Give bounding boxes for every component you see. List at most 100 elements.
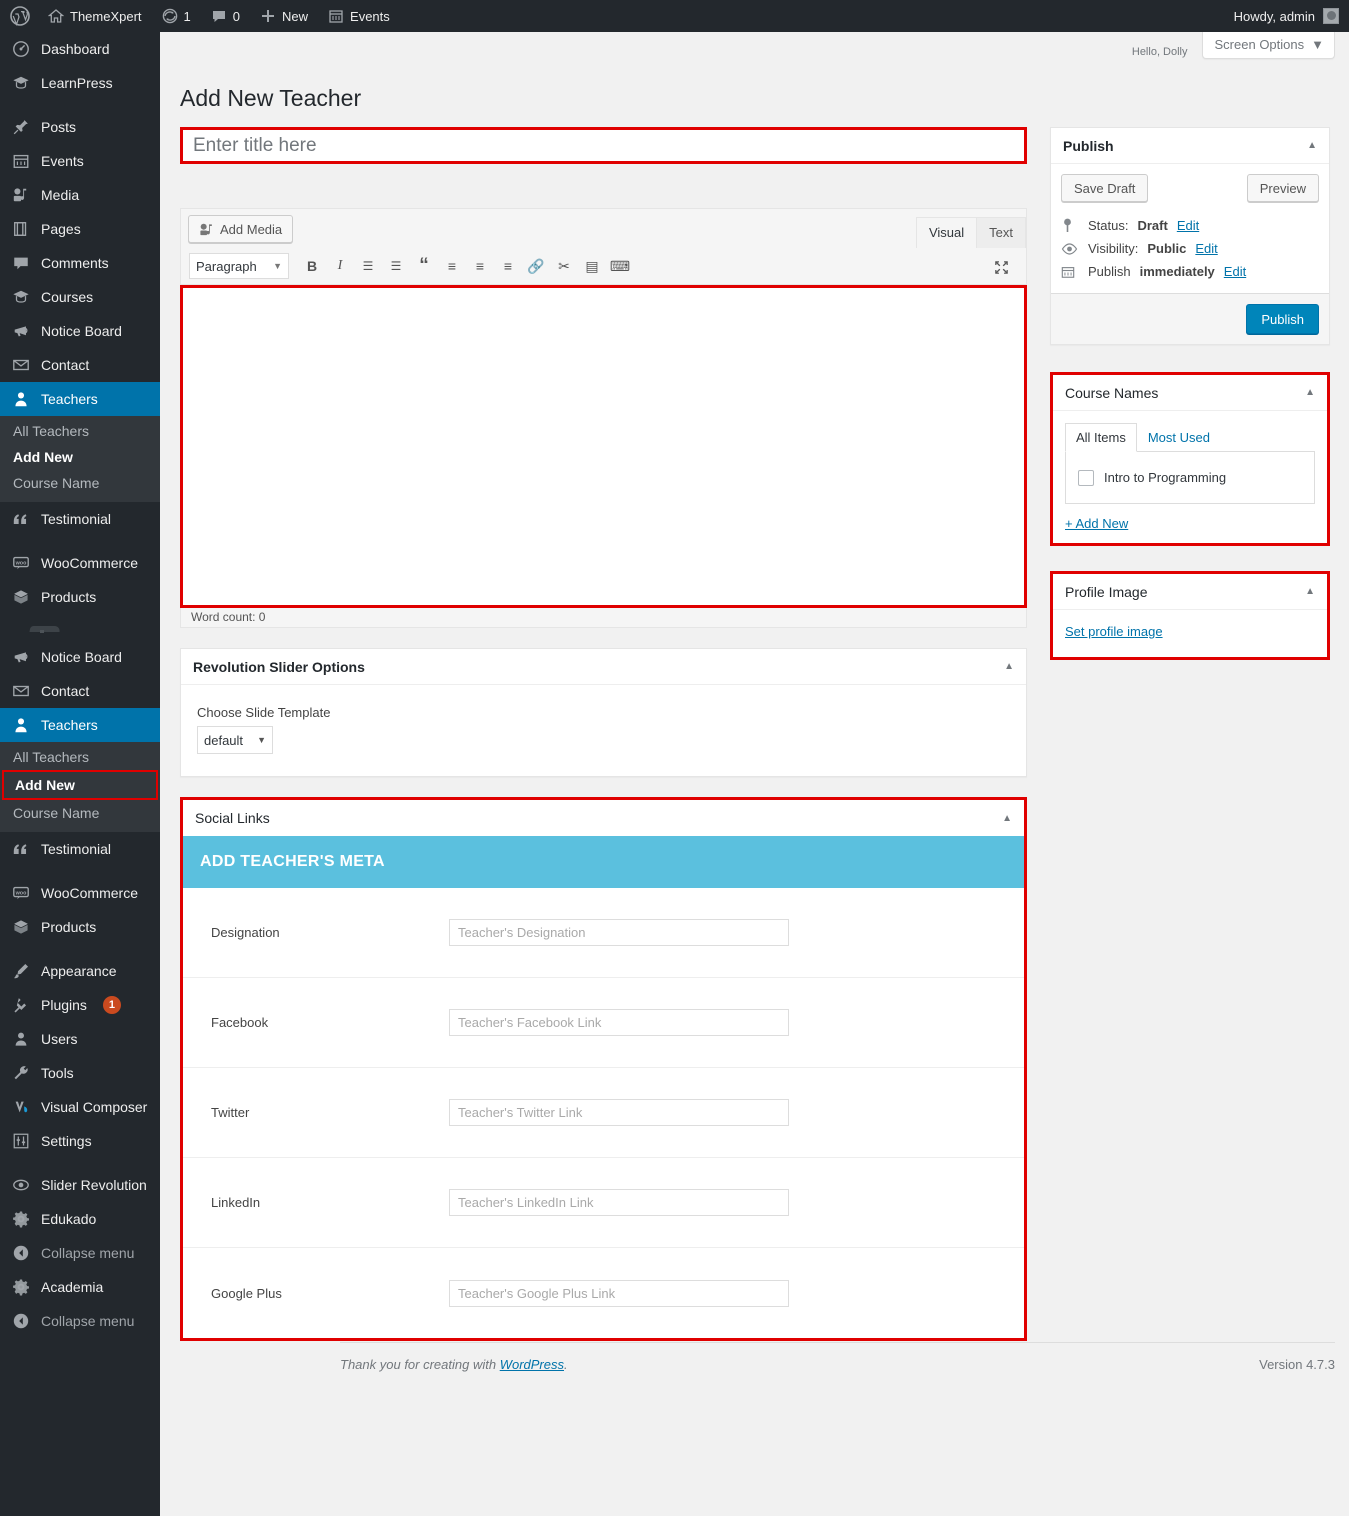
sidebar-item-visual-composer[interactable]: Visual Composer bbox=[0, 1090, 160, 1124]
bold-icon[interactable]: B bbox=[299, 253, 325, 279]
sidebar-item-teachers[interactable]: Teachers bbox=[0, 382, 160, 416]
set-profile-image-link[interactable]: Set profile image bbox=[1065, 624, 1163, 639]
status-edit-link[interactable]: Edit bbox=[1177, 218, 1199, 233]
collapse-toggle-icon[interactable]: ▲ bbox=[1307, 140, 1317, 151]
sidebar-item-all-teachers[interactable]: All Teachers bbox=[0, 744, 160, 770]
publish-date-edit-link[interactable]: Edit bbox=[1224, 264, 1246, 279]
link-icon[interactable]: 🔗 bbox=[523, 253, 549, 279]
sidebar-item-products[interactable]: Products bbox=[0, 580, 160, 614]
keyboard-icon[interactable]: ⌨ bbox=[607, 253, 633, 279]
italic-icon[interactable]: I bbox=[327, 253, 353, 279]
new-content-menu[interactable]: New bbox=[250, 0, 318, 32]
add-media-button[interactable]: Add Media bbox=[188, 215, 293, 243]
align-left-icon[interactable]: ≡ bbox=[439, 253, 465, 279]
publish-action-row: Save Draft Preview bbox=[1061, 174, 1319, 202]
meta-input-designation[interactable] bbox=[449, 919, 789, 946]
envelope-icon bbox=[11, 356, 31, 374]
sidebar-item-users[interactable]: Users bbox=[0, 1022, 160, 1056]
sidebar-item-dashboard[interactable]: Dashboard bbox=[0, 32, 160, 66]
updates-menu[interactable]: 1 bbox=[152, 0, 201, 32]
revolution-slider-header[interactable]: Revolution Slider Options ▲ bbox=[181, 649, 1026, 685]
sidebar-item-collapse-menu[interactable]: Collapse menu bbox=[0, 1304, 160, 1338]
my-account-menu[interactable]: Howdy, admin bbox=[1224, 0, 1349, 32]
meta-input-google-plus[interactable] bbox=[449, 1280, 789, 1307]
sidebar-item-slider-revolution[interactable]: Slider Revolution bbox=[0, 1168, 160, 1202]
course-checkbox-intro-to-programming[interactable] bbox=[1078, 470, 1094, 486]
meta-input-linkedin[interactable] bbox=[449, 1189, 789, 1216]
course-names-header[interactable]: Course Names ▲ bbox=[1053, 375, 1327, 411]
sidebar-item-teachers[interactable]: Teachers bbox=[0, 708, 160, 742]
sidebar-item-woocommerce[interactable]: wooWooCommerce bbox=[0, 546, 160, 580]
sidebar-item-learnpress[interactable]: LearnPress bbox=[0, 66, 160, 100]
sidebar-item-contact[interactable]: Contact bbox=[0, 674, 160, 708]
screen-options-button[interactable]: Screen Options ▼ bbox=[1202, 32, 1335, 59]
collapse-toggle-icon[interactable]: ▲ bbox=[1305, 586, 1315, 597]
sidebar-item-contact[interactable]: Contact bbox=[0, 348, 160, 382]
editor-content-area[interactable] bbox=[180, 285, 1027, 608]
sidebar-item-testimonial[interactable]: Testimonial bbox=[0, 832, 160, 866]
sidebar-item-pages[interactable]: Pages bbox=[0, 212, 160, 246]
collapse-toggle-icon[interactable]: ▲ bbox=[1002, 813, 1012, 824]
sidebar-item-testimonial[interactable]: Testimonial bbox=[0, 502, 160, 536]
publish-button[interactable]: Publish bbox=[1246, 304, 1319, 334]
meta-input-twitter[interactable] bbox=[449, 1099, 789, 1126]
sidebar-item-courses[interactable]: Courses bbox=[0, 280, 160, 314]
sidebar-item-tools[interactable]: Tools bbox=[0, 1056, 160, 1090]
sidebar-item-notice-board[interactable]: Notice Board bbox=[0, 314, 160, 348]
sidebar-item-media[interactable]: Media bbox=[0, 178, 160, 212]
wordpress-logo-button[interactable] bbox=[0, 0, 38, 32]
sidebar-item-academia[interactable]: Academia bbox=[0, 1270, 160, 1304]
sidebar-item-edukado[interactable]: Edukado bbox=[0, 1202, 160, 1236]
align-center-icon[interactable]: ≡ bbox=[467, 253, 493, 279]
sidebar-item-notice-board[interactable]: Notice Board bbox=[0, 640, 160, 674]
sidebar-item-add-new[interactable]: Add New bbox=[0, 444, 160, 470]
slide-template-select[interactable]: default ▼ bbox=[197, 726, 273, 754]
sidebar-item-all-teachers[interactable]: All Teachers bbox=[0, 418, 160, 444]
post-title-field-wrapper[interactable] bbox=[180, 127, 1027, 164]
publish-date-value: immediately bbox=[1140, 264, 1215, 279]
events-menu[interactable]: Events bbox=[318, 0, 400, 32]
publish-header[interactable]: Publish ▲ bbox=[1051, 128, 1329, 164]
sidebar-item-products[interactable]: Products bbox=[0, 910, 160, 944]
numbered-list-icon[interactable]: ☰ bbox=[383, 253, 409, 279]
sidebar-item-woocommerce[interactable]: wooWooCommerce bbox=[0, 876, 160, 910]
meta-row: Twitter bbox=[183, 1068, 1024, 1158]
users-icon bbox=[11, 1030, 31, 1048]
blockquote-icon[interactable]: “ bbox=[411, 253, 437, 279]
save-draft-button[interactable]: Save Draft bbox=[1061, 174, 1148, 202]
sidebar-item-collapse-menu[interactable]: Collapse menu bbox=[0, 1236, 160, 1270]
sidebar-item-events[interactable]: Events bbox=[0, 144, 160, 178]
collapse-toggle-icon[interactable]: ▲ bbox=[1004, 661, 1014, 672]
unlink-icon[interactable]: ✂ bbox=[551, 253, 577, 279]
sidebar-item-comments[interactable]: Comments bbox=[0, 246, 160, 280]
sidebar-item-plugins[interactable]: Plugins1 bbox=[0, 988, 160, 1022]
media-icon bbox=[11, 186, 31, 204]
quote-icon bbox=[11, 510, 31, 528]
fullscreen-icon[interactable] bbox=[988, 254, 1014, 280]
align-right-icon[interactable]: ≡ bbox=[495, 253, 521, 279]
sidebar-item-appearance[interactable]: Appearance bbox=[0, 954, 160, 988]
add-new-course-link[interactable]: + Add New bbox=[1065, 516, 1128, 531]
bullet-list-icon[interactable]: ☰ bbox=[355, 253, 381, 279]
profile-image-header[interactable]: Profile Image ▲ bbox=[1053, 574, 1327, 610]
comments-menu[interactable]: 0 bbox=[201, 0, 250, 32]
visibility-edit-link[interactable]: Edit bbox=[1195, 241, 1217, 256]
paragraph-format-select[interactable]: Paragraph ▼ bbox=[189, 253, 289, 279]
tab-all-items[interactable]: All Items bbox=[1065, 423, 1137, 452]
site-name-menu[interactable]: ThemeXpert bbox=[38, 0, 152, 32]
meta-input-facebook[interactable] bbox=[449, 1009, 789, 1036]
wordpress-link[interactable]: WordPress bbox=[500, 1357, 564, 1372]
preview-button[interactable]: Preview bbox=[1247, 174, 1319, 202]
sidebar-item-add-new[interactable]: Add New bbox=[2, 770, 158, 800]
post-title-input[interactable] bbox=[183, 130, 1024, 161]
sidebar-item-course-name[interactable]: Course Name bbox=[0, 470, 160, 496]
tab-text[interactable]: Text bbox=[976, 217, 1026, 249]
social-links-header[interactable]: Social Links ▲ bbox=[183, 800, 1024, 836]
collapse-toggle-icon[interactable]: ▲ bbox=[1305, 387, 1315, 398]
read-more-icon[interactable]: ▤ bbox=[579, 253, 605, 279]
sidebar-item-course-name[interactable]: Course Name bbox=[0, 800, 160, 826]
sidebar-item-posts[interactable]: Posts bbox=[0, 110, 160, 144]
tab-most-used[interactable]: Most Used bbox=[1137, 423, 1221, 452]
sidebar-item-settings[interactable]: Settings bbox=[0, 1124, 160, 1158]
tab-visual[interactable]: Visual bbox=[916, 217, 977, 249]
